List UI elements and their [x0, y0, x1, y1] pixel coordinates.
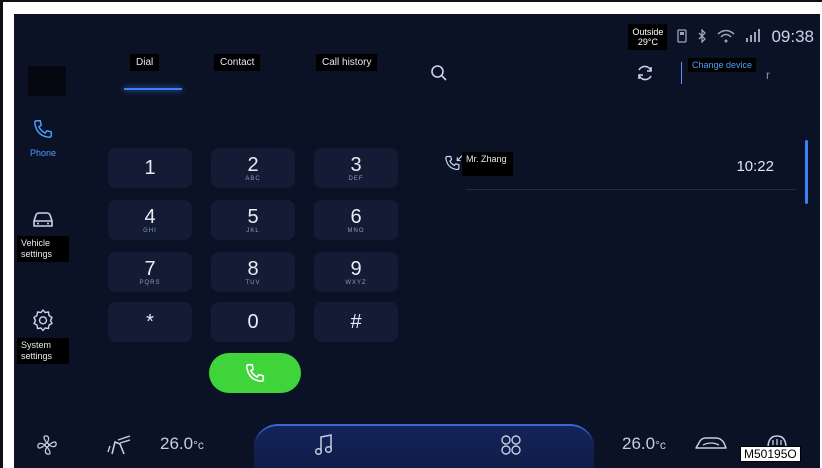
sidebar-top-block [28, 66, 66, 96]
row-divider [466, 189, 796, 190]
tab-contact[interactable]: Contact [214, 54, 261, 71]
key-hash[interactable]: # [314, 302, 398, 342]
sidebar-item-label: Phone [29, 148, 57, 158]
key-0[interactable]: 0 [211, 302, 295, 342]
key-4[interactable]: 4 GHI [108, 200, 192, 240]
sidebar-item-vehicle-settings[interactable]: Vehicle settings [14, 210, 72, 262]
key-star[interactable]: * [108, 302, 192, 342]
recirculation-icon[interactable] [694, 434, 728, 454]
call-history-row[interactable]: Mr. Zhang 10:22 [444, 150, 804, 190]
sidebar-item-label: System settings [17, 338, 69, 364]
key-8[interactable]: 8 TUV [211, 252, 295, 292]
climate-bar: 26.0°c 26.0°c [14, 414, 820, 468]
phone-icon [34, 120, 52, 138]
header-divider [681, 62, 682, 84]
usb-icon [677, 28, 688, 46]
status-bar: Outside 29°C 09:38 [628, 22, 814, 52]
key-3[interactable]: 3 DEF [314, 148, 398, 188]
outside-temperature: Outside 29°C [628, 24, 668, 50]
image-frame-left [0, 0, 3, 468]
image-frame-top [0, 0, 822, 2]
call-time: 10:22 [736, 158, 774, 175]
sidebar-item-phone[interactable]: Phone [14, 118, 72, 161]
search-icon[interactable] [430, 64, 448, 82]
tab-call-history[interactable]: Call history [316, 54, 378, 71]
bluetooth-icon [697, 27, 707, 46]
left-temperature[interactable]: 26.0°c [160, 434, 204, 454]
car-icon [33, 212, 53, 227]
tab-dial[interactable]: Dial [130, 54, 160, 71]
seat-airflow-icon[interactable] [106, 434, 132, 456]
key-1[interactable]: 1 [108, 148, 192, 188]
wifi-icon [717, 29, 735, 46]
key-7[interactable]: 7 PQRS [108, 252, 192, 292]
right-temperature[interactable]: 26.0°c [622, 434, 666, 454]
fan-icon[interactable] [36, 434, 58, 456]
key-6[interactable]: 6 MNO [314, 200, 398, 240]
signal-icon [745, 28, 761, 46]
change-device-tail: r [766, 68, 770, 82]
phone-icon [245, 363, 265, 383]
active-tab-indicator [124, 88, 182, 90]
clock: 09:38 [771, 27, 814, 46]
left-sidebar: Phone Vehicle settings System settings [14, 14, 72, 414]
gear-icon [33, 309, 53, 332]
bottom-center-panel [254, 424, 594, 468]
music-icon[interactable] [314, 434, 334, 456]
sidebar-item-label: Vehicle settings [17, 236, 69, 262]
incoming-call-icon [445, 155, 463, 171]
key-2[interactable]: 2 ABC [211, 148, 295, 188]
sidebar-item-system-settings[interactable]: System settings [14, 308, 72, 364]
call-button[interactable] [209, 353, 301, 393]
infotainment-screen: Outside 29°C 09:38 Phone Vehicle setting… [14, 14, 820, 468]
key-9[interactable]: 9 WXYZ [314, 252, 398, 292]
key-5[interactable]: 5 JKL [211, 200, 295, 240]
change-device-button[interactable]: Change device [688, 58, 757, 72]
history-scrollbar[interactable] [805, 140, 808, 204]
figure-id-label: M50195O [740, 446, 801, 462]
apps-icon[interactable] [500, 434, 522, 456]
contact-name: Mr. Zhang [462, 152, 513, 176]
refresh-icon[interactable] [636, 64, 654, 82]
